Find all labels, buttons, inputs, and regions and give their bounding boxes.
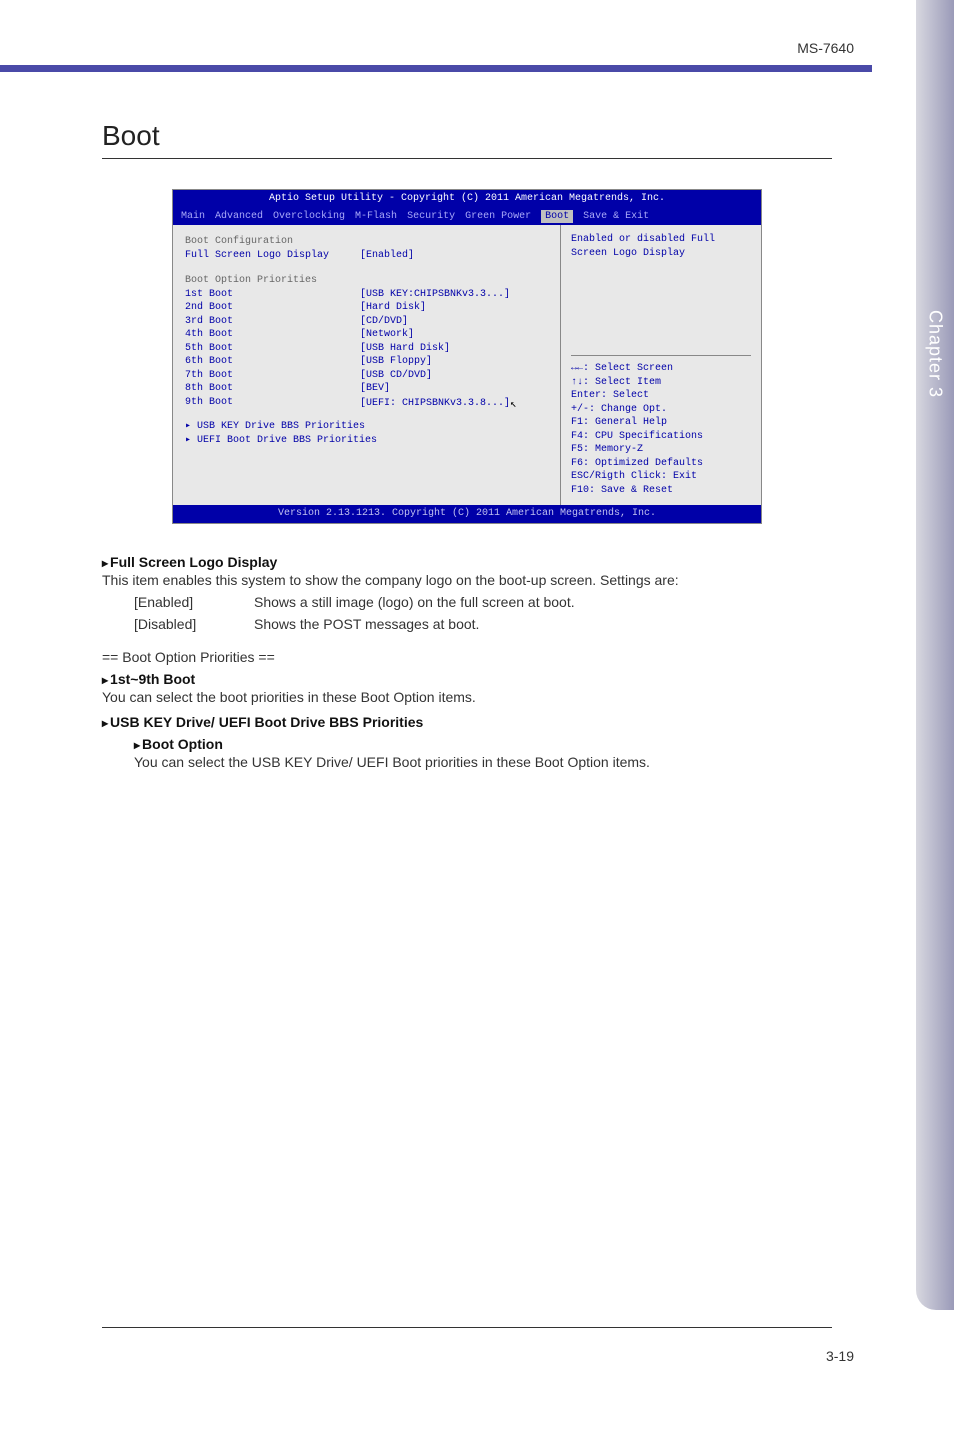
bios-body: Boot Configuration Full Screen Logo Disp… — [173, 225, 761, 505]
bios-footer: Version 2.13.1213. Copyright (C) 2011 Am… — [173, 505, 761, 523]
boot-row[interactable]: 4th Boot[Network] — [185, 328, 548, 342]
model-label: MS-7640 — [797, 40, 854, 56]
def-row: [Disabled] Shows the POST messages at bo… — [134, 613, 832, 635]
nav-help-line: Enter: Select — [571, 389, 751, 403]
nav-help-line: ↑↓: Select Item — [571, 376, 751, 390]
boot-value: [Network] — [360, 328, 548, 342]
chapter-side-tab: Chapter 3 — [916, 0, 954, 1310]
boot-label: 8th Boot — [185, 382, 360, 396]
def-val-disabled: Shows the POST messages at boot. — [254, 613, 479, 635]
nav-help-line: F1: General Help — [571, 416, 751, 430]
boot-label: 6th Boot — [185, 355, 360, 369]
nav-help-line: ↔←: Select Screen — [571, 362, 751, 376]
bios-tab-greenpower[interactable]: Green Power — [465, 210, 531, 224]
chapter-label: Chapter 3 — [925, 310, 946, 398]
bios-tab-security[interactable]: Security — [407, 210, 455, 224]
bios-tab-boot[interactable]: Boot — [541, 210, 573, 224]
boot-row[interactable]: 6th Boot[USB Floppy] — [185, 355, 548, 369]
nav-help-line: F10: Save & Reset — [571, 484, 751, 498]
footer-divider — [102, 1327, 832, 1328]
desc-full-screen-logo: This item enables this system to show th… — [102, 570, 832, 591]
bios-screenshot: Aptio Setup Utility - Copyright (C) 2011… — [172, 189, 762, 524]
boot-label: 5th Boot — [185, 342, 360, 356]
boot-label: 9th Boot — [185, 396, 360, 411]
boot-value: [USB CD/DVD] — [360, 369, 548, 383]
boot-row[interactable]: 8th Boot[BEV] — [185, 382, 548, 396]
boot-label: 7th Boot — [185, 369, 360, 383]
page-number: 3-19 — [826, 1348, 854, 1364]
boot-label: 4th Boot — [185, 328, 360, 342]
boot-value: [BEV] — [360, 382, 548, 396]
nav-help-line: +/-: Change Opt. — [571, 403, 751, 417]
bios-nav-help: ↔←: Select Screen ↑↓: Select Item Enter:… — [571, 355, 751, 497]
desc-boot-option: You can select the USB KEY Drive/ UEFI B… — [134, 752, 832, 773]
section-boot-priorities: == Boot Option Priorities == — [102, 649, 832, 665]
nav-help-line: ESC/Rigth Click: Exit — [571, 470, 751, 484]
boot-label: 3rd Boot — [185, 315, 360, 329]
heading-full-screen-logo: Full Screen Logo Display — [102, 554, 832, 570]
heading-boot-option: Boot Option — [134, 736, 832, 752]
boot-label: 1st Boot — [185, 288, 360, 302]
boot-row[interactable]: 5th Boot[USB Hard Disk] — [185, 342, 548, 356]
bios-side-panel: Enabled or disabled Full Screen Logo Dis… — [561, 225, 761, 505]
boot-row[interactable]: 2nd Boot[Hard Disk] — [185, 301, 548, 315]
boot-row[interactable]: 7th Boot[USB CD/DVD] — [185, 369, 548, 383]
setting-value: [Enabled] — [360, 249, 548, 263]
heading-bbs-priorities: USB KEY Drive/ UEFI Boot Drive BBS Prior… — [102, 714, 832, 730]
boot-config-header: Boot Configuration — [185, 235, 548, 249]
setting-full-screen-logo[interactable]: Full Screen Logo Display [Enabled] — [185, 249, 548, 263]
settings-definitions: [Enabled] Shows a still image (logo) on … — [134, 591, 832, 636]
bios-submenu-uefi-bbs[interactable]: UEFI Boot Drive BBS Priorities — [185, 434, 548, 448]
bios-tab-mflash[interactable]: M-Flash — [355, 210, 397, 224]
bios-tab-saveexit[interactable]: Save & Exit — [583, 210, 649, 224]
setting-label: Full Screen Logo Display — [185, 249, 360, 263]
def-key-disabled: [Disabled] — [134, 613, 214, 635]
header-divider — [0, 65, 872, 72]
nav-help-line: F6: Optimized Defaults — [571, 457, 751, 471]
bios-submenu-usb-key-bbs[interactable]: USB KEY Drive BBS Priorities — [185, 420, 548, 434]
bios-tabs: Main Advanced Overclocking M-Flash Secur… — [173, 208, 761, 226]
boot-value: [Hard Disk] — [360, 301, 548, 315]
boot-label: 2nd Boot — [185, 301, 360, 315]
bios-tab-main[interactable]: Main — [181, 210, 205, 224]
heading-1st-9th-boot: 1st~9th Boot — [102, 671, 832, 687]
def-val-enabled: Shows a still image (logo) on the full s… — [254, 591, 575, 613]
boot-value: [USB KEY:CHIPSBNKv3.3...] — [360, 288, 548, 302]
boot-priorities-header: Boot Option Priorities — [185, 274, 548, 288]
bios-title-bar: Aptio Setup Utility - Copyright (C) 2011… — [173, 190, 761, 208]
boot-value: [USB Floppy] — [360, 355, 548, 369]
boot-row[interactable]: 3rd Boot[CD/DVD] — [185, 315, 548, 329]
bios-main-panel: Boot Configuration Full Screen Logo Disp… — [173, 225, 561, 505]
boot-value: [UEFI: CHIPSBNKv3.3.8...]↖ — [360, 396, 548, 411]
desc-1st-9th-boot: You can select the boot priorities in th… — [102, 687, 832, 708]
bios-help-text: Enabled or disabled Full Screen Logo Dis… — [571, 233, 751, 260]
boot-row[interactable]: 1st Boot[USB KEY:CHIPSBNKv3.3...] — [185, 288, 548, 302]
bios-tab-overclocking[interactable]: Overclocking — [273, 210, 345, 224]
def-row: [Enabled] Shows a still image (logo) on … — [134, 591, 832, 613]
nav-help-line: F5: Memory-Z — [571, 443, 751, 457]
page-title: Boot — [102, 120, 832, 159]
boot-value: [USB Hard Disk] — [360, 342, 548, 356]
def-key-enabled: [Enabled] — [134, 591, 214, 613]
nav-help-line: F4: CPU Specifications — [571, 430, 751, 444]
boot-row[interactable]: 9th Boot[UEFI: CHIPSBNKv3.3.8...]↖ — [185, 396, 548, 411]
bios-tab-advanced[interactable]: Advanced — [215, 210, 263, 224]
boot-value: [CD/DVD] — [360, 315, 548, 329]
cursor-icon: ↖ — [510, 398, 517, 413]
page-content: Boot Aptio Setup Utility - Copyright (C)… — [102, 120, 832, 773]
